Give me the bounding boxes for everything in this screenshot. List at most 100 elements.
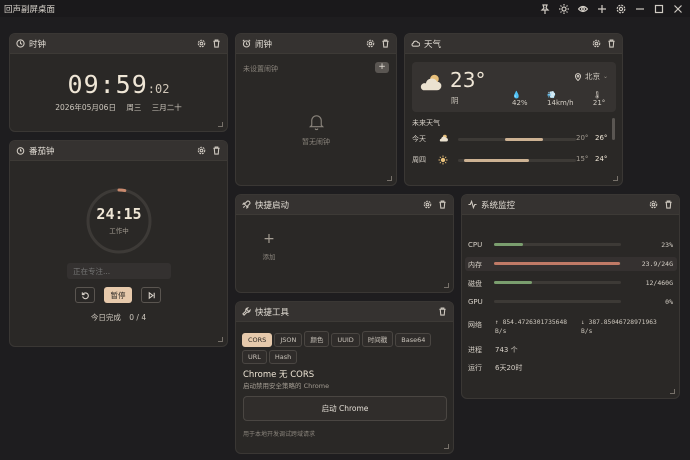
monitor-row: 内存 23.9/24G	[465, 257, 677, 271]
weather-condition: 阴	[451, 96, 459, 105]
trash-icon[interactable]	[212, 146, 221, 155]
app-title: 回声副屏桌面	[4, 4, 56, 15]
monitor-row: 磁盘 12/460G	[465, 276, 677, 290]
tool-tab[interactable]: UUID	[331, 333, 360, 347]
monitor-label: 磁盘	[468, 280, 482, 288]
wind-icon: 💨	[547, 91, 556, 99]
clock-lunar: 三月二十	[151, 103, 182, 112]
sun-icon	[438, 155, 448, 167]
resize-handle[interactable]	[444, 283, 449, 288]
monitor-bar-fill	[494, 243, 524, 246]
forecast-range-bar	[458, 159, 576, 162]
monitor-value: 0%	[665, 298, 673, 306]
network-label: 网络	[468, 321, 482, 329]
reset-icon	[81, 291, 89, 299]
title-bar: 回声副屏桌面	[0, 0, 690, 17]
launch-chrome-button[interactable]: 启动 Chrome	[243, 396, 447, 421]
forecast-range-bar	[458, 138, 576, 141]
quick-launch-title: 快捷启动	[255, 200, 290, 211]
alarm-empty-label: 未设置闹钟	[243, 65, 278, 73]
resize-handle[interactable]	[218, 337, 223, 342]
today-count: 0 / 4	[129, 313, 147, 322]
pause-button[interactable]: 暂停	[104, 287, 132, 303]
monitor-label: 内存	[468, 261, 482, 269]
tool-tab[interactable]: JSON	[274, 333, 303, 347]
close-icon[interactable]	[672, 3, 684, 15]
humidity-icon: 💧	[512, 91, 521, 99]
trash-icon[interactable]	[212, 39, 221, 48]
alarm-title: 闹钟	[255, 39, 273, 50]
resize-handle[interactable]	[444, 444, 449, 449]
forecast-row: 周四 15° 24°	[412, 153, 608, 174]
minimize-icon[interactable]	[634, 3, 646, 15]
tool-tab[interactable]: URL	[242, 350, 267, 364]
pomodoro-widget: 番茄钟 24:15 工作中 暂停 今日完成 0 / 4	[9, 140, 228, 347]
pin-icon[interactable]	[539, 3, 551, 15]
add-alarm-button[interactable]: +	[375, 62, 389, 73]
clock-title: 时钟	[29, 39, 47, 50]
tool-tab[interactable]: Hash	[268, 350, 298, 364]
activity-icon	[468, 200, 477, 209]
gear-icon[interactable]	[423, 200, 432, 209]
clock-time: 09:59:02	[10, 70, 227, 99]
wind-value: 14km/h	[547, 99, 574, 107]
today-completed: 今日完成 0 / 4	[10, 312, 227, 323]
forecast-row: 今天 20° 26°	[412, 132, 608, 153]
quick-tools-widget: 快捷工具 CORS JSON 颜色 UUID 时间戳 Base64 URL Hash Chro…	[235, 301, 454, 454]
settings-icon[interactable]	[615, 3, 627, 15]
monitor-row: GPU 0%	[465, 295, 677, 309]
tool-tab[interactable]: Base64	[395, 333, 432, 347]
system-monitor-title: 系统监控	[481, 200, 516, 211]
gear-icon[interactable]	[197, 39, 206, 48]
trash-icon[interactable]	[438, 200, 447, 209]
weather-now-panel: 23° 阴 北京 ⌄ 💧 42% 💨 14km/h 🌡 21°	[412, 62, 616, 112]
gear-icon[interactable]	[366, 39, 375, 48]
cloud-icon	[438, 134, 449, 144]
trash-icon[interactable]	[664, 200, 673, 209]
clock-seconds: :02	[147, 82, 170, 96]
clock-icon	[16, 39, 25, 48]
network-up-value: ↑ 854.4726301735648	[495, 319, 568, 326]
forecast-list: 今天 20° 26° 周四 15° 24°	[412, 132, 608, 174]
skip-button[interactable]	[141, 287, 161, 303]
trash-icon[interactable]	[607, 39, 616, 48]
gear-icon[interactable]	[649, 200, 658, 209]
clock-widget: 时钟 09:59:02 2026年05月06日 周三 三月二十	[9, 33, 228, 132]
gear-icon[interactable]	[592, 39, 601, 48]
reset-button[interactable]	[75, 287, 95, 303]
forecast-title: 未来天气	[412, 119, 440, 127]
resize-handle[interactable]	[387, 176, 392, 181]
monitor-value: 23%	[661, 241, 673, 249]
tool-tab[interactable]: 颜色	[304, 331, 330, 347]
resize-handle[interactable]	[670, 389, 675, 394]
forecast-scrollbar[interactable]	[612, 118, 615, 140]
forecast-low: 20°	[576, 134, 589, 142]
bell-icon	[308, 115, 325, 131]
network-down-value: ↓ 387.85046728971963	[581, 319, 657, 326]
maximize-icon[interactable]	[653, 3, 665, 15]
brightness-icon[interactable]	[558, 3, 570, 15]
no-alarm-text: 暂无闹钟	[302, 138, 330, 146]
focus-input[interactable]	[67, 263, 171, 279]
resize-handle[interactable]	[218, 122, 223, 127]
tool-tab[interactable]: CORS	[242, 333, 273, 347]
plus-icon: +	[263, 231, 275, 247]
network-down: ↓ 387.85046728971963 B/s	[581, 318, 657, 336]
cloud-icon	[411, 40, 420, 47]
eye-icon[interactable]	[577, 3, 589, 15]
pomodoro-state: 工作中	[109, 227, 129, 235]
rocket-icon	[242, 200, 251, 209]
forecast-high: 24°	[595, 155, 608, 163]
resize-handle[interactable]	[613, 176, 618, 181]
gear-icon[interactable]	[197, 146, 206, 155]
clock-weekday: 周三	[126, 103, 142, 112]
city-selector[interactable]: 北京 ⌄	[574, 71, 608, 82]
trash-icon[interactable]	[438, 307, 447, 316]
add-widget-icon[interactable]	[596, 3, 608, 15]
uptime-label: 运行	[468, 364, 482, 372]
quick-tools-title: 快捷工具	[255, 307, 290, 318]
add-shortcut-button[interactable]: + 添加	[254, 232, 284, 261]
trash-icon[interactable]	[381, 39, 390, 48]
tool-heading: Chrome 无 CORS	[243, 370, 315, 380]
tool-tab[interactable]: 时间戳	[361, 331, 394, 347]
